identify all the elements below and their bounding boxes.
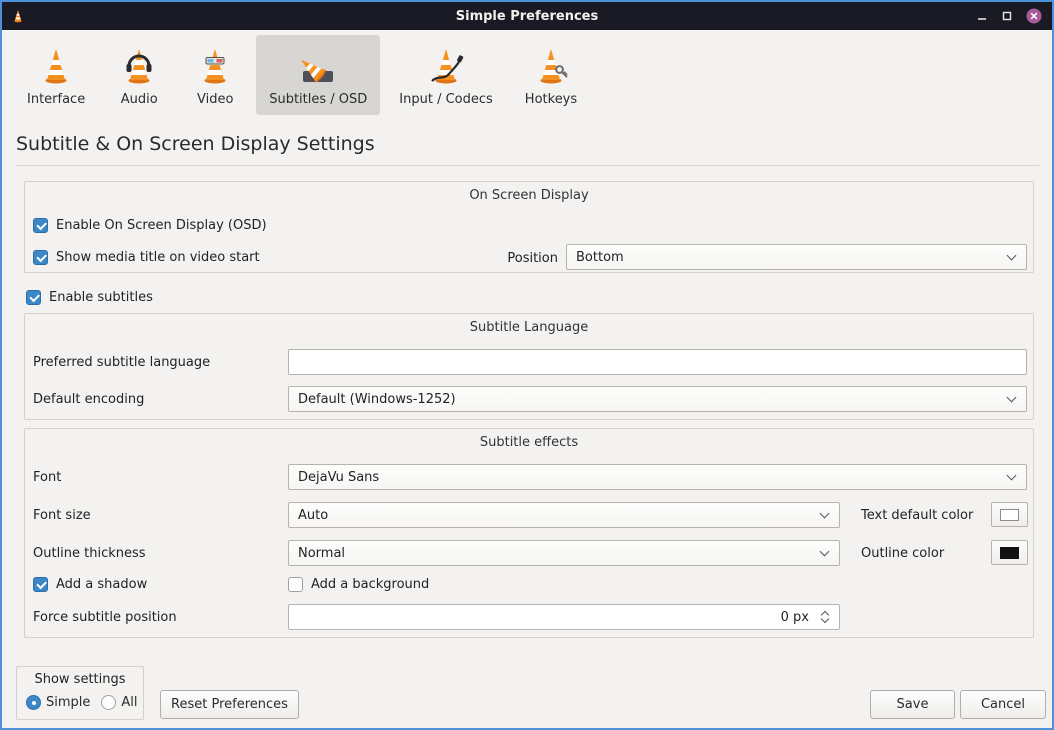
text-default-color-swatch — [1000, 509, 1019, 521]
osd-groupbox: On Screen Display Enable On Screen Displ… — [24, 181, 1034, 273]
osd-group-title: On Screen Display — [25, 188, 1033, 203]
tab-audio[interactable]: Audio — [104, 35, 174, 115]
tab-subtitles-osd-label: Subtitles / OSD — [269, 92, 367, 107]
cancel-button[interactable]: Cancel — [960, 690, 1046, 719]
window-title: Simple Preferences — [2, 9, 1052, 24]
outline-color-swatch — [1000, 547, 1019, 559]
titlebar: Simple Preferences — [2, 2, 1052, 30]
vlc-cone-icon — [10, 8, 26, 24]
outline-thickness-dropdown-value: Normal — [298, 546, 345, 561]
show-settings-title: Show settings — [17, 672, 143, 687]
page-title: Subtitle & On Screen Display Settings — [16, 133, 375, 155]
subtitle-language-groupbox: Subtitle Language Preferred subtitle lan… — [24, 313, 1034, 420]
tab-video-label: Video — [197, 92, 233, 107]
tab-subtitles-osd[interactable]: Subtitles / OSD — [256, 35, 380, 115]
add-background-checkbox-row[interactable]: Add a background — [288, 577, 429, 592]
show-media-title-checkbox-row[interactable]: Show media title on video start — [33, 250, 260, 265]
radio-all[interactable] — [101, 695, 116, 710]
show-media-title-label: Show media title on video start — [56, 250, 260, 265]
save-button[interactable]: Save — [870, 690, 955, 719]
add-shadow-label: Add a shadow — [56, 577, 147, 592]
add-shadow-checkbox-row[interactable]: Add a shadow — [33, 577, 147, 592]
tab-input-codecs-label: Input / Codecs — [399, 92, 493, 107]
outline-color-label: Outline color — [861, 546, 944, 562]
add-background-checkbox[interactable] — [288, 577, 303, 592]
reset-preferences-button[interactable]: Reset Preferences — [160, 690, 299, 719]
tab-hotkeys-label: Hotkeys — [525, 92, 577, 107]
enable-osd-label: Enable On Screen Display (OSD) — [56, 218, 267, 233]
subtitles-osd-icon — [296, 44, 340, 88]
add-background-label: Add a background — [311, 577, 429, 592]
show-settings-radios: Simple All — [26, 695, 138, 710]
interface-icon — [34, 44, 78, 88]
position-dropdown-value: Bottom — [576, 250, 624, 265]
font-dropdown-value: DejaVu Sans — [298, 470, 379, 485]
tab-interface[interactable]: Interface — [14, 35, 98, 115]
audio-icon — [117, 44, 161, 88]
outline-thickness-label: Outline thickness — [33, 546, 146, 562]
chevron-down-icon — [1007, 251, 1017, 261]
minimize-icon[interactable] — [976, 10, 988, 22]
radio-simple-row[interactable]: Simple — [26, 695, 90, 710]
preferred-language-input[interactable] — [288, 349, 1027, 375]
subtitle-effects-groupbox: Subtitle effects Font DejaVu Sans Font s… — [24, 428, 1034, 638]
tab-hotkeys[interactable]: Hotkeys — [512, 35, 590, 115]
simple-preferences-window: Simple Preferences Inte — [0, 0, 1054, 730]
enable-subtitles-checkbox-row[interactable]: Enable subtitles — [26, 290, 153, 305]
force-subtitle-position-spinbox[interactable]: 0 px — [288, 604, 840, 630]
hotkeys-icon — [529, 44, 573, 88]
enable-subtitles-checkbox[interactable] — [26, 290, 41, 305]
chevron-down-icon — [820, 509, 830, 519]
heading-divider — [15, 165, 1039, 166]
chevron-down-icon — [1007, 471, 1017, 481]
enable-osd-checkbox-row[interactable]: Enable On Screen Display (OSD) — [33, 218, 267, 233]
enable-subtitles-label: Enable subtitles — [49, 290, 153, 305]
tab-interface-label: Interface — [27, 92, 85, 107]
show-media-title-checkbox[interactable] — [33, 250, 48, 265]
font-size-label: Font size — [33, 508, 91, 524]
font-label: Font — [33, 470, 61, 486]
subtitle-language-group-title: Subtitle Language — [25, 320, 1033, 335]
position-label: Position — [500, 251, 558, 267]
chevron-down-icon — [820, 547, 830, 557]
font-size-dropdown-value: Auto — [298, 508, 328, 523]
outline-thickness-dropdown[interactable]: Normal — [288, 540, 840, 566]
font-dropdown[interactable]: DejaVu Sans — [288, 464, 1027, 490]
tab-input-codecs[interactable]: Input / Codecs — [386, 35, 506, 115]
tab-audio-label: Audio — [121, 92, 158, 107]
video-icon — [193, 44, 237, 88]
default-encoding-dropdown-value: Default (Windows-1252) — [298, 392, 456, 407]
category-toolbar: Interface Audio — [14, 35, 590, 115]
radio-simple[interactable] — [26, 695, 41, 710]
input-codecs-icon — [424, 44, 468, 88]
default-encoding-label: Default encoding — [33, 392, 144, 408]
window-controls — [976, 8, 1052, 24]
text-default-color-button[interactable] — [991, 502, 1028, 527]
subtitle-effects-group-title: Subtitle effects — [25, 435, 1033, 450]
radio-simple-label: Simple — [46, 695, 90, 710]
add-shadow-checkbox[interactable] — [33, 577, 48, 592]
enable-osd-checkbox[interactable] — [33, 218, 48, 233]
radio-all-row[interactable]: All — [101, 695, 137, 710]
show-settings-groupbox: Show settings Simple All — [16, 666, 144, 720]
force-subtitle-position-label: Force subtitle position — [33, 610, 177, 626]
force-subtitle-position-value: 0 px — [781, 610, 809, 625]
preferred-language-label: Preferred subtitle language — [33, 355, 210, 371]
radio-all-label: All — [121, 695, 137, 710]
position-dropdown[interactable]: Bottom — [566, 244, 1027, 270]
font-size-dropdown[interactable]: Auto — [288, 502, 840, 528]
outline-color-button[interactable] — [991, 540, 1028, 565]
chevron-down-icon — [1007, 393, 1017, 403]
text-default-color-label: Text default color — [861, 508, 973, 524]
tab-video[interactable]: Video — [180, 35, 250, 115]
default-encoding-dropdown[interactable]: Default (Windows-1252) — [288, 386, 1027, 412]
maximize-icon[interactable] — [1001, 10, 1013, 22]
close-icon[interactable] — [1026, 8, 1042, 24]
